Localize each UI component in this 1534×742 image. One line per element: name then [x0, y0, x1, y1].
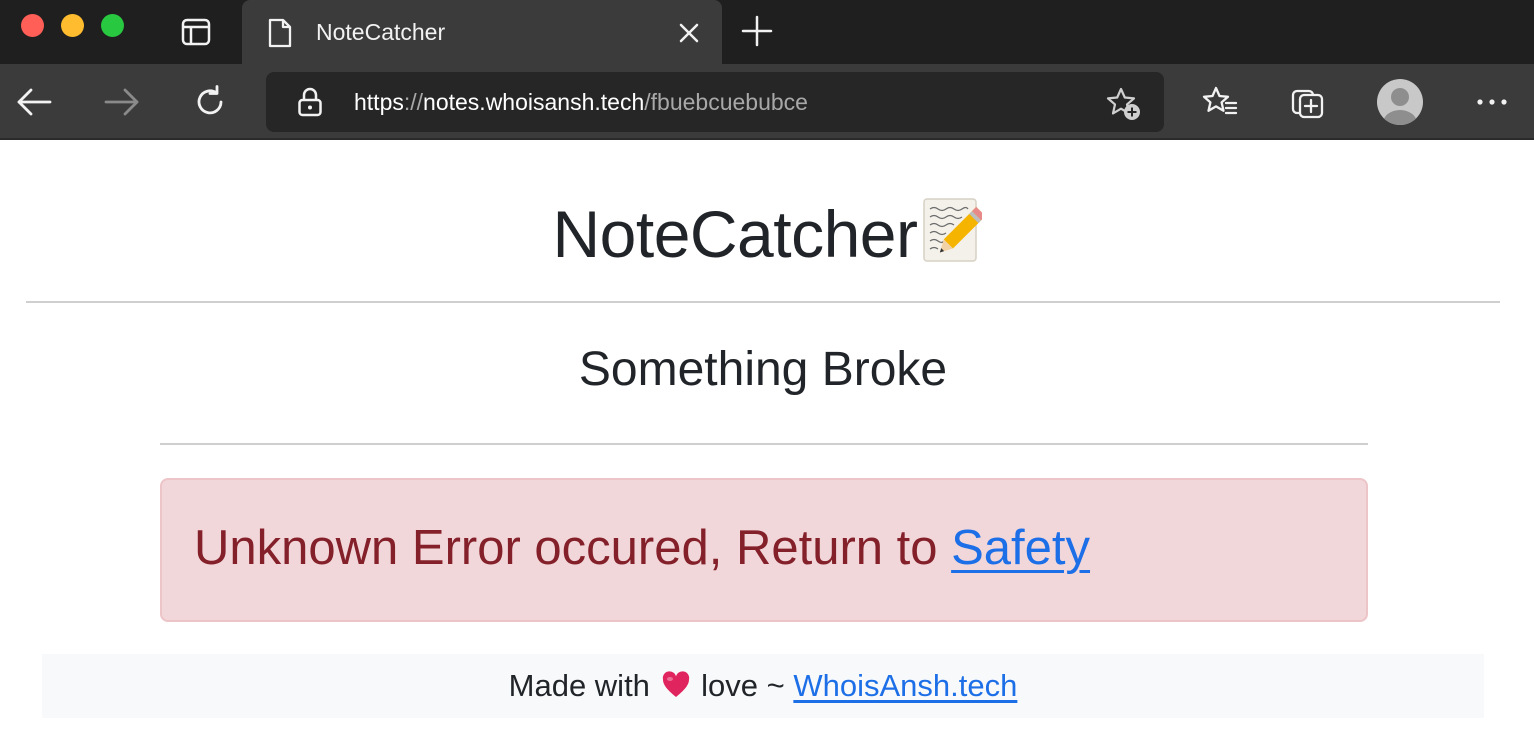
forward-button[interactable] — [102, 82, 142, 122]
collections-button[interactable] — [1288, 82, 1328, 122]
tab-actions-button[interactable] — [176, 12, 216, 52]
footer-text: Made with love ~ WhoisAnsh.tech — [509, 668, 1018, 703]
person-icon — [1383, 88, 1417, 125]
alert-message-text: Unknown Error occured, Return to — [194, 521, 952, 575]
header-divider — [26, 301, 1500, 303]
favorites-icon — [1202, 86, 1238, 115]
tab-bar: NoteCatcher — [0, 0, 1534, 64]
url-host: notes.whoisansh.tech — [423, 89, 645, 115]
lock-icon[interactable] — [296, 86, 324, 118]
page-icon — [268, 18, 292, 48]
new-tab-icon[interactable] — [740, 14, 774, 48]
alert-message: Unknown Error occured, Return to Safety — [194, 518, 1090, 578]
footer-prefix: Made with — [508, 668, 659, 703]
close-tab-icon[interactable] — [676, 20, 702, 46]
back-button[interactable] — [14, 82, 54, 122]
close-window-button[interactable] — [21, 14, 44, 37]
error-alert: Unknown Error occured, Return to Safety — [160, 478, 1368, 622]
tab-actions-icon — [181, 18, 211, 46]
collections-icon — [1291, 89, 1324, 119]
footer: Made with love ~ WhoisAnsh.tech — [42, 654, 1484, 718]
reload-icon — [197, 85, 223, 115]
error-heading: Something Broke — [578, 343, 948, 396]
add-favorite-icon[interactable] — [1106, 86, 1142, 122]
site-title-text: NoteCatcher — [552, 197, 918, 271]
forward-arrow-icon — [104, 88, 139, 116]
url-path: /fbuebcuebubce — [644, 89, 808, 115]
browser-toolbar: https://notes.whoisansh.tech/fbuebcuebub… — [0, 64, 1534, 140]
site-title: NoteCatcher — [0, 194, 1534, 274]
heart-icon — [662, 671, 689, 697]
footer-middle: love ~ — [692, 668, 794, 703]
page-content: NoteCatcher Something Broke Unknown Erro… — [0, 142, 1534, 742]
url-scheme: https — [354, 89, 404, 115]
minimize-window-button[interactable] — [61, 14, 84, 37]
more-button[interactable] — [1472, 82, 1512, 122]
reload-button[interactable] — [190, 82, 230, 122]
whoisansh-link[interactable]: WhoisAnsh.tech — [793, 668, 1017, 703]
profile-avatar[interactable] — [1377, 79, 1423, 125]
favorites-button[interactable] — [1200, 82, 1240, 122]
safety-link[interactable]: Safety — [951, 521, 1090, 575]
url-text[interactable]: https://notes.whoisansh.tech/fbuebcuebub… — [354, 88, 808, 116]
url-separator: :// — [403, 89, 424, 115]
tab-title: NoteCatcher — [316, 19, 446, 45]
more-icon — [1477, 99, 1507, 105]
zoom-window-button[interactable] — [101, 14, 124, 37]
address-bar[interactable]: https://notes.whoisansh.tech/fbuebcuebub… — [266, 72, 1164, 132]
section-divider — [160, 443, 1368, 445]
back-arrow-icon — [17, 88, 52, 116]
active-tab[interactable]: NoteCatcher — [242, 0, 722, 64]
memo-emoji-icon — [922, 198, 982, 262]
